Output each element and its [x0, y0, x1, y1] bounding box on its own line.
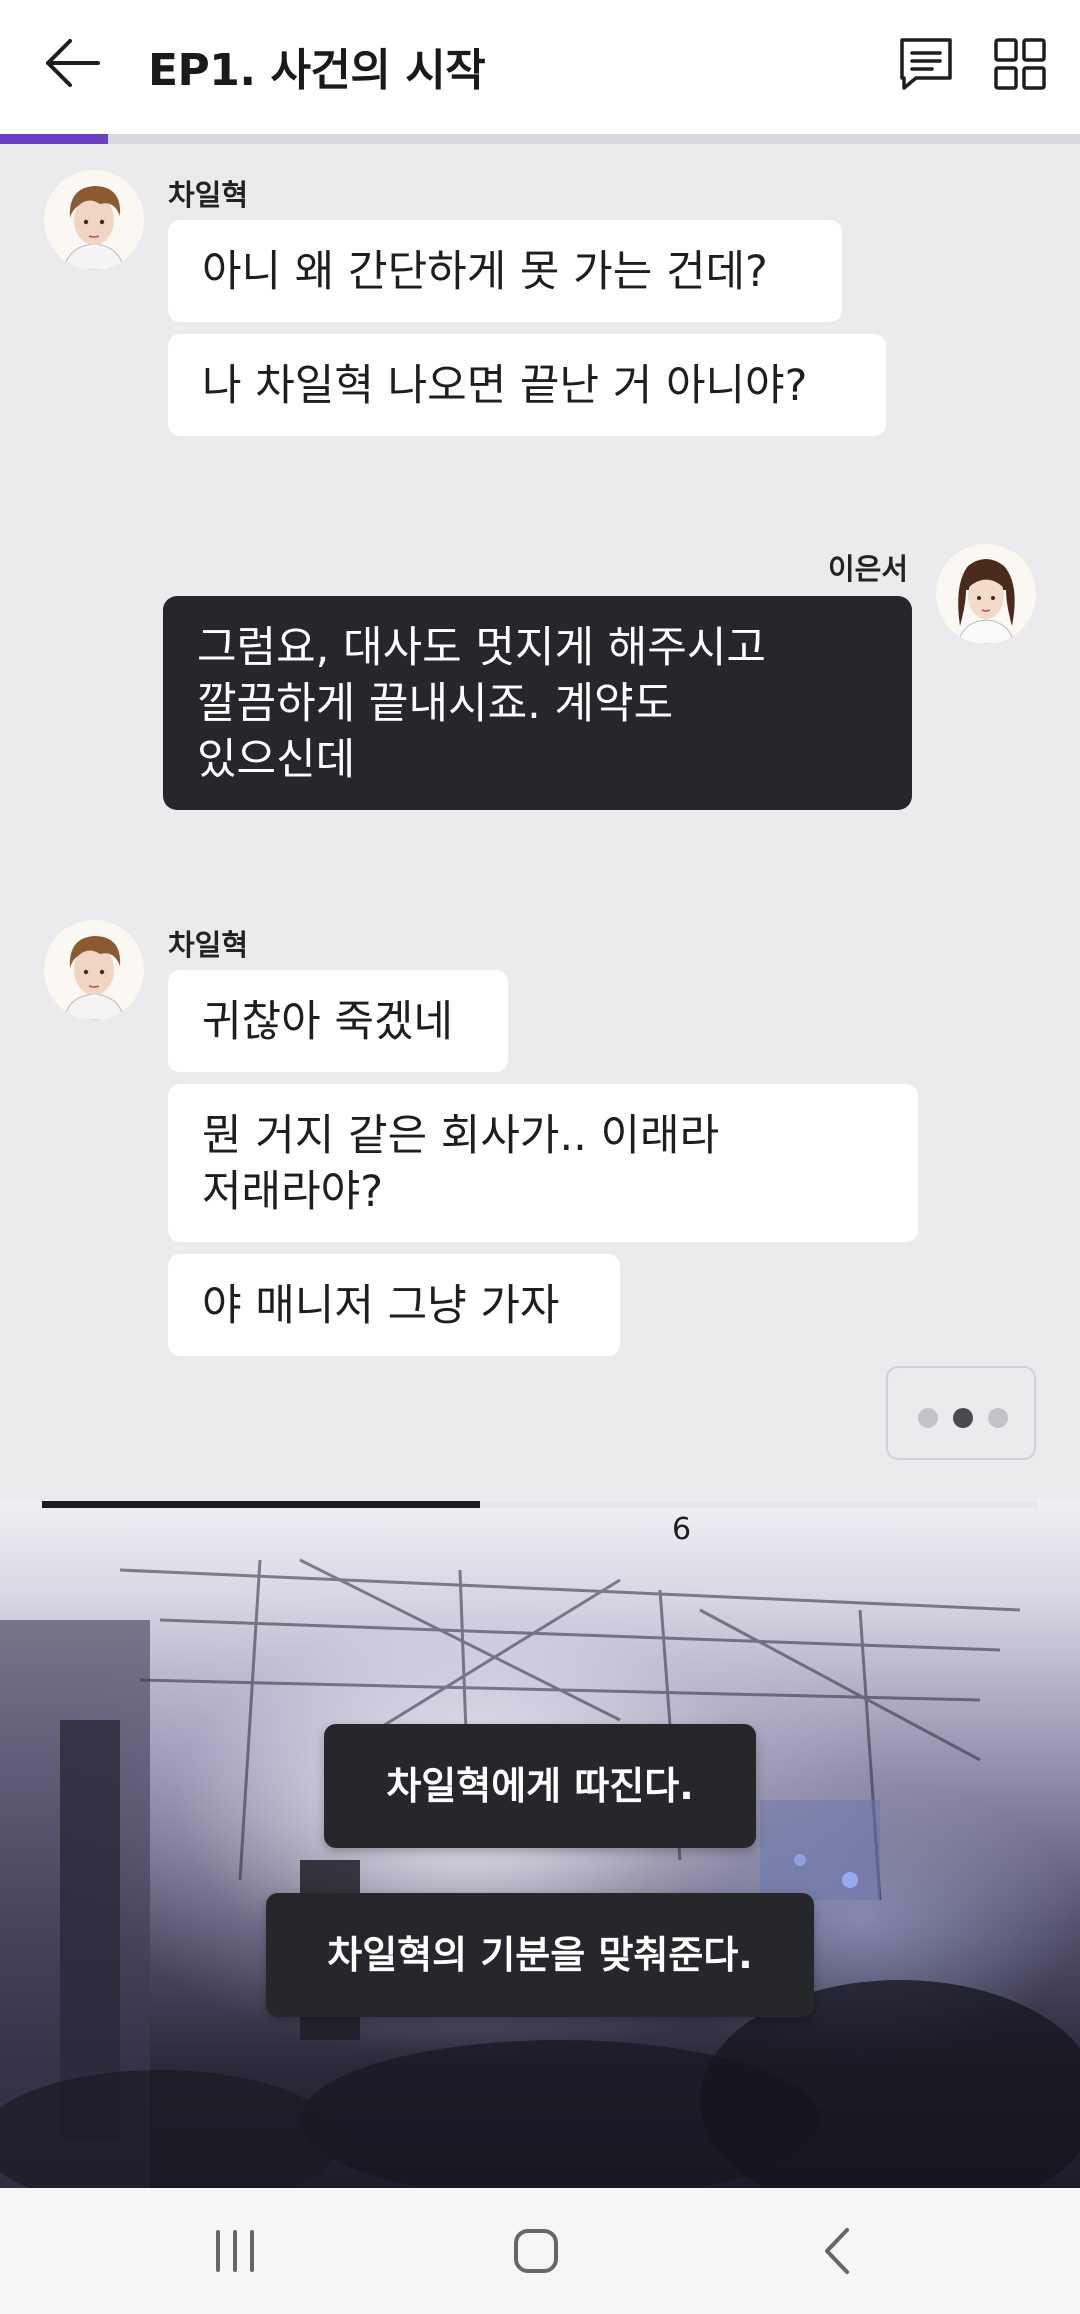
episode-progress-bar [0, 134, 1080, 144]
episode-progress-fill [0, 134, 108, 144]
message-bubble: 야 매니저 그냥 가자 [168, 1254, 620, 1356]
choice-label: 차일혁에게 따진다. [386, 1764, 694, 1808]
app-header: EP1. 사건의 시작 [0, 0, 1080, 134]
speaker-name: 이은서 [828, 552, 909, 586]
recent-apps-icon [216, 2230, 254, 2272]
back-arrow-icon [46, 39, 100, 87]
typing-dot [918, 1408, 938, 1428]
avatar-cha-ilhyuk[interactable] [44, 170, 144, 270]
system-navigation-bar [0, 2188, 1080, 2314]
player-message-bubble: 그럼요, 대사도 멋지게 해주시고 깔끔하게 끝내시죠. 계약도 있으신데 [163, 596, 912, 810]
choice-button[interactable]: 차일혁의 기분을 맞춰준다. [266, 1893, 814, 2017]
female-character-avatar [936, 544, 1036, 644]
home-button[interactable] [503, 2218, 569, 2284]
speaker-name: 차일혁 [168, 178, 249, 212]
recent-apps-button[interactable] [202, 2218, 268, 2284]
grid-menu-icon [994, 38, 1046, 90]
message-bubble: 나 차일혁 나오면 끝난 거 아니야? [168, 334, 886, 436]
choice-button[interactable]: 차일혁에게 따진다. [324, 1724, 756, 1848]
choice-timer-fill [42, 1501, 481, 1508]
chat-list-button[interactable] [894, 32, 958, 96]
message-bubble: 아니 왜 간단하게 못 가는 건데? [168, 220, 842, 322]
home-icon [514, 2229, 558, 2273]
message-bubble: 귀찮아 죽겠네 [168, 970, 508, 1072]
nav-back-icon [825, 2228, 849, 2274]
back-button[interactable] [40, 30, 106, 96]
episode-title: EP1. 사건의 시작 [148, 45, 486, 96]
typing-indicator [886, 1366, 1036, 1460]
choice-timer-bar [42, 1501, 1038, 1508]
avatar-cha-ilhyuk[interactable] [44, 920, 144, 1020]
male-character-avatar [44, 920, 144, 1020]
nav-back-button[interactable] [805, 2218, 871, 2284]
avatar-lee-eunseo[interactable] [936, 544, 1036, 644]
choice-label: 차일혁의 기분을 맞춰준다. [327, 1933, 753, 1977]
grid-menu-button[interactable] [988, 32, 1052, 96]
choice-timer-value: 6 [672, 1512, 692, 1547]
typing-dot [988, 1408, 1008, 1428]
message-bubble: 뭔 거지 같은 회사가.. 이래라 저래라야? [168, 1084, 918, 1242]
male-character-avatar [44, 170, 144, 270]
speaker-name: 차일혁 [168, 928, 249, 962]
typing-dot [953, 1408, 973, 1428]
chat-list-icon [900, 38, 952, 90]
